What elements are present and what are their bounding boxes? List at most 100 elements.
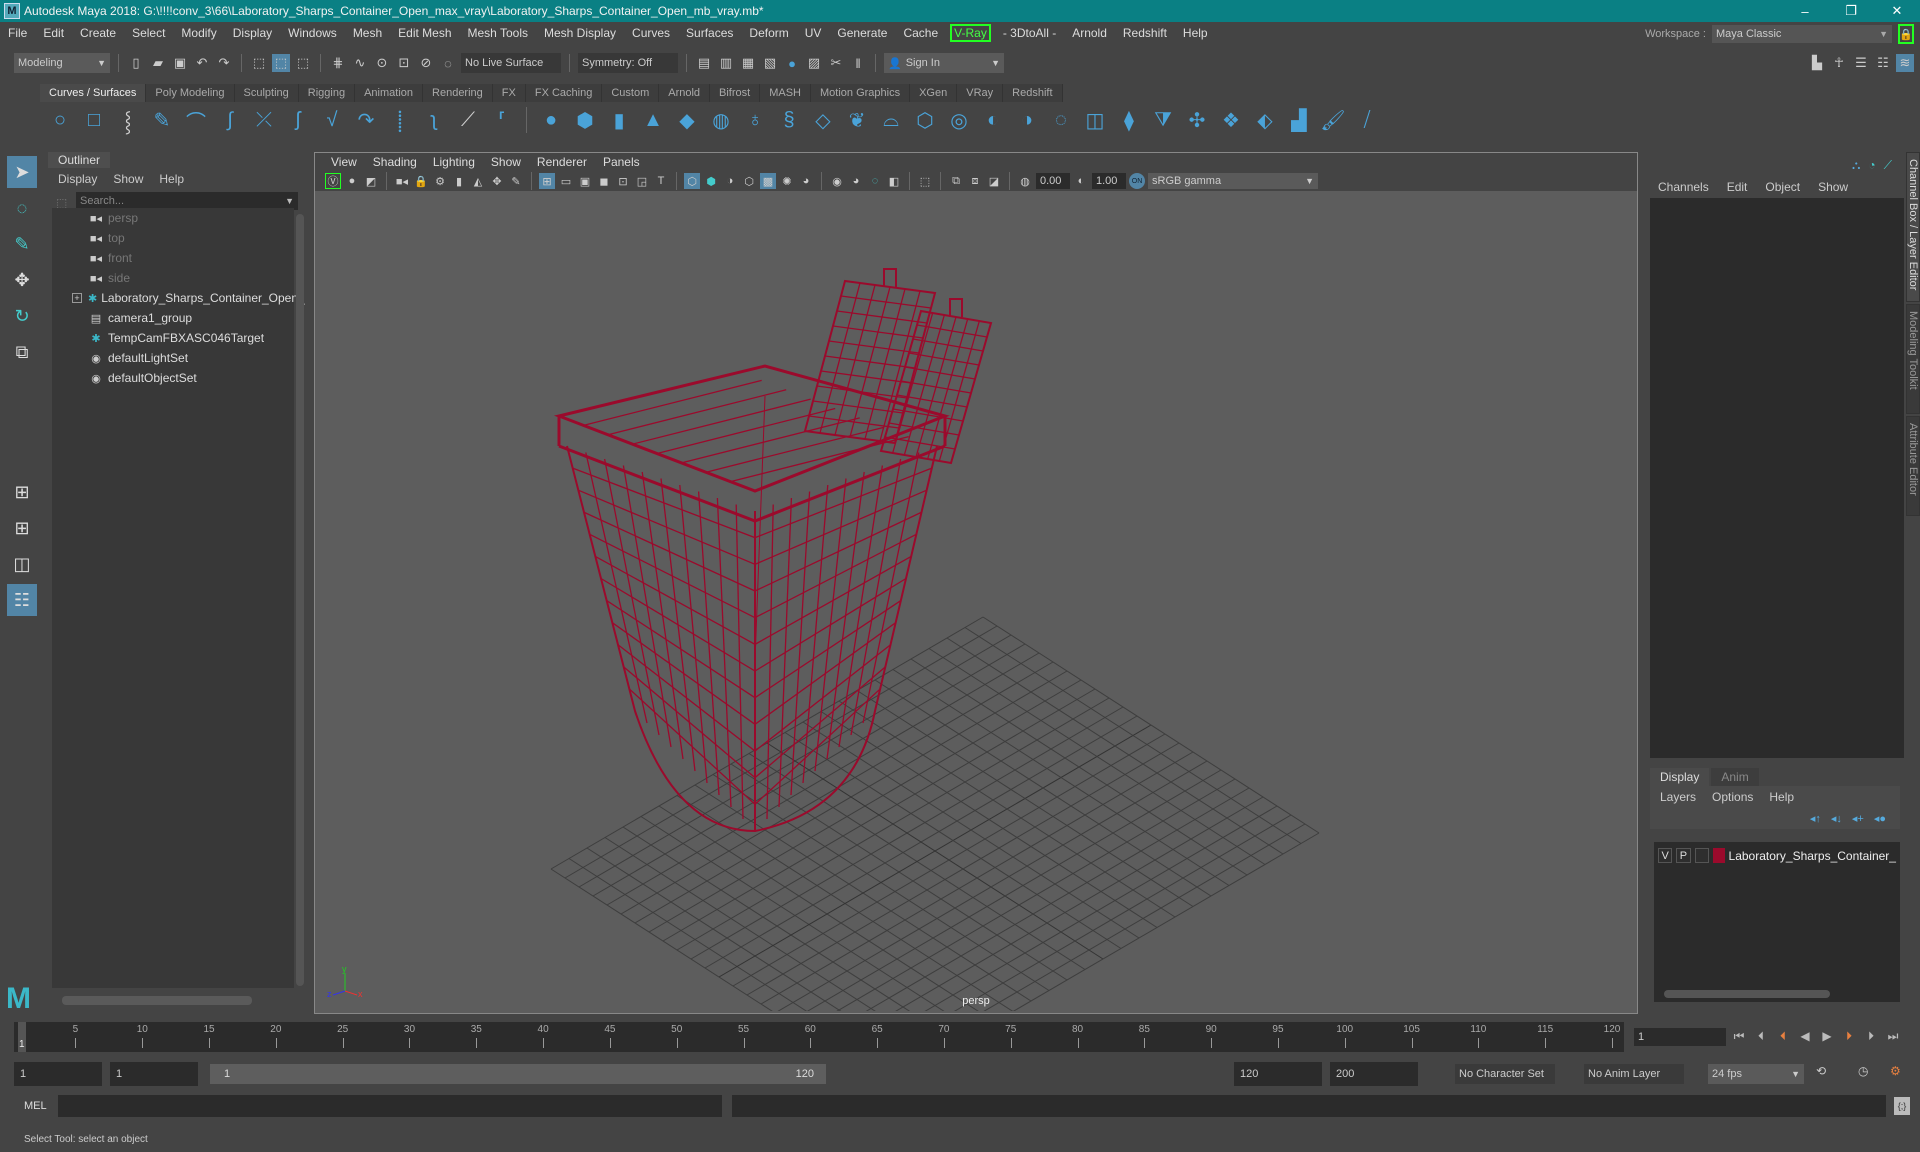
outliner-horizontal-scrollbar[interactable] — [62, 996, 252, 1005]
menu-uv[interactable]: UV — [797, 26, 830, 40]
gamma-icon[interactable]: ◐ — [1073, 173, 1089, 189]
select-hierarchy-icon[interactable]: ⬚ — [250, 54, 268, 72]
film-gate-icon[interactable]: ▭ — [558, 173, 574, 189]
loft-icon[interactable]: § — [775, 106, 803, 134]
image-plane-icon[interactable]: ◭ — [470, 173, 486, 189]
channels-menu-show[interactable]: Show — [1818, 180, 1848, 194]
command-input[interactable] — [58, 1095, 722, 1117]
new-scene-icon[interactable]: ▯ — [127, 54, 145, 72]
step-forward-key-icon[interactable]: ⏵ — [1840, 1026, 1858, 1046]
resolution-gate-icon[interactable]: ▣ — [577, 173, 593, 189]
use-default-material-icon[interactable]: ◑ — [722, 173, 738, 189]
manipulator-icon[interactable]: ⛬ — [1852, 158, 1860, 173]
side-tab-attribute-editor[interactable]: Attribute Editor — [1906, 416, 1920, 516]
character-set-dropdown[interactable]: No Character Set — [1455, 1064, 1555, 1084]
menu-mesh[interactable]: Mesh — [345, 26, 390, 40]
shelf-tab-sculpting[interactable]: Sculpting — [234, 84, 299, 102]
nurbs-circle-icon[interactable]: ○ — [46, 106, 74, 134]
vray-toggle-icon[interactable]: Ⓥ — [325, 173, 341, 189]
four-view-layout-icon[interactable]: ⊞ — [7, 512, 37, 544]
outliner-layout-icon[interactable]: ☷ — [7, 584, 37, 616]
snap-view-plane-icon[interactable]: ⊡ — [395, 54, 413, 72]
scale-tool-icon[interactable]: ⧉ — [7, 336, 37, 368]
outliner-title[interactable]: Outliner — [48, 152, 111, 168]
isolate-select-icon[interactable]: ⬚ — [917, 173, 933, 189]
wireframe-on-shaded-icon[interactable]: ⬡ — [741, 173, 757, 189]
redo-icon[interactable]: ↷ — [215, 54, 233, 72]
exposure-icon[interactable]: ◍ — [1017, 173, 1033, 189]
gate-mask-icon[interactable]: ◼ — [596, 173, 612, 189]
menu-curves[interactable]: Curves — [624, 26, 678, 40]
anti-aliasing-icon[interactable]: ◌ — [867, 173, 883, 189]
outliner-menu-show[interactable]: Show — [113, 172, 143, 186]
intersect-icon[interactable]: ◌ — [1047, 106, 1075, 134]
nurbs-cube-icon[interactable]: ⬢ — [571, 106, 599, 134]
detach-surfaces-icon[interactable]: ✣ — [1183, 106, 1211, 134]
untrim-icon[interactable]: ⧫ — [1115, 106, 1143, 134]
viewport-menu-view[interactable]: View — [323, 153, 365, 171]
undo-icon[interactable]: ↶ — [193, 54, 211, 72]
outliner-item[interactable]: ▤ camera1_group — [52, 308, 294, 328]
live-surface-field[interactable]: No Live Surface — [461, 53, 561, 73]
shelf-tab-poly-modeling[interactable]: Poly Modeling — [146, 84, 235, 102]
snap-point-icon[interactable]: ⊙ — [373, 54, 391, 72]
channels-menu-channels[interactable]: Channels — [1658, 180, 1709, 194]
shelf-tab-curves-surfaces[interactable]: Curves / Surfaces — [40, 84, 147, 102]
paint-tool-icon[interactable]: 🖌 — [1319, 106, 1347, 134]
sculpt-geometry-icon[interactable]: ▟ — [1285, 106, 1313, 134]
menu-display[interactable]: Display — [225, 26, 280, 40]
auto-key-icon[interactable]: ◷ — [1858, 1064, 1868, 1078]
xray-icon[interactable]: ⧉ — [948, 173, 964, 189]
select-object-icon[interactable]: ⬚ — [272, 54, 290, 72]
shelf-tab-mash[interactable]: MASH — [760, 84, 811, 102]
menu-mesh-display[interactable]: Mesh Display — [536, 26, 624, 40]
curve-tool-icon[interactable]: ʃ — [284, 106, 312, 134]
layer-playback-toggle[interactable]: P — [1676, 848, 1691, 863]
field-chart-icon[interactable]: ⊡ — [615, 173, 631, 189]
hypershade-icon[interactable]: ● — [783, 54, 801, 72]
sign-in-button[interactable]: 👤 Sign In ▼ — [884, 53, 1004, 73]
anim-prefs-icon[interactable]: ⚙ — [1890, 1064, 1901, 1078]
step-back-key-icon[interactable]: ⏴ — [1774, 1026, 1792, 1046]
menu-deform[interactable]: Deform — [741, 26, 796, 40]
safe-title-icon[interactable]: T — [653, 173, 669, 189]
pause-icon[interactable]: ‖ — [849, 54, 867, 72]
render-view-icon[interactable]: ▨ — [805, 54, 823, 72]
outliner-vertical-scrollbar[interactable] — [296, 214, 304, 986]
menu-cache[interactable]: Cache — [895, 26, 946, 40]
menu-vray[interactable]: V-Ray — [950, 24, 991, 42]
motion-blur-icon[interactable]: ◕ — [848, 173, 864, 189]
menu-mesh-tools[interactable]: Mesh Tools — [460, 26, 536, 40]
layer-tab-display[interactable]: Display — [1650, 768, 1710, 786]
current-frame-field[interactable]: 1 — [1634, 1028, 1726, 1046]
move-tool-icon[interactable]: ✥ — [7, 264, 37, 296]
snap-curve-icon[interactable]: ∿ — [351, 54, 369, 72]
gamma-field[interactable]: 1.00 — [1092, 173, 1126, 189]
shelf-tab-redshift[interactable]: Redshift — [1003, 84, 1063, 102]
outliner-item[interactable]: ◉ defaultLightSet — [52, 348, 294, 368]
two-pane-layout-icon[interactable]: ◫ — [7, 548, 37, 580]
menu-modify[interactable]: Modify — [173, 26, 224, 40]
planar-icon[interactable]: ◇ — [809, 106, 837, 134]
lock-icon[interactable]: 🔒 — [1898, 24, 1914, 44]
workspace-dropdown[interactable]: Maya Classic — [1712, 25, 1892, 43]
color-management-toggle[interactable]: ON — [1129, 173, 1145, 189]
attribute-editor-icon[interactable]: ☰ — [1852, 54, 1870, 72]
open-close-icon[interactable]: ❖ — [1217, 106, 1245, 134]
ep-curve-icon[interactable]: ⸾ — [114, 106, 142, 134]
extend-curve-icon[interactable]: ʅ — [420, 106, 448, 134]
rebuild-icon[interactable]: ⬖ — [1251, 106, 1279, 134]
step-forward-frame-icon[interactable]: ⏵ — [1862, 1026, 1880, 1046]
shelf-tab-motion-graphics[interactable]: Motion Graphics — [811, 84, 911, 102]
insert-knot-icon[interactable]: ⸽ — [386, 106, 414, 134]
menu-file[interactable]: File — [0, 26, 35, 40]
shelf-tab-custom[interactable]: Custom — [602, 84, 660, 102]
play-backward-icon[interactable]: ◀ — [1796, 1026, 1814, 1046]
menu-edit[interactable]: Edit — [35, 26, 72, 40]
nurbs-cone-icon[interactable]: ▲ — [639, 106, 667, 134]
outliner-menu-display[interactable]: Display — [58, 172, 97, 186]
render-frame-icon[interactable]: ▤ — [695, 54, 713, 72]
channels-menu-object[interactable]: Object — [1765, 180, 1800, 194]
nurbs-square-icon[interactable]: □ — [80, 106, 108, 134]
menu-surfaces[interactable]: Surfaces — [678, 26, 741, 40]
